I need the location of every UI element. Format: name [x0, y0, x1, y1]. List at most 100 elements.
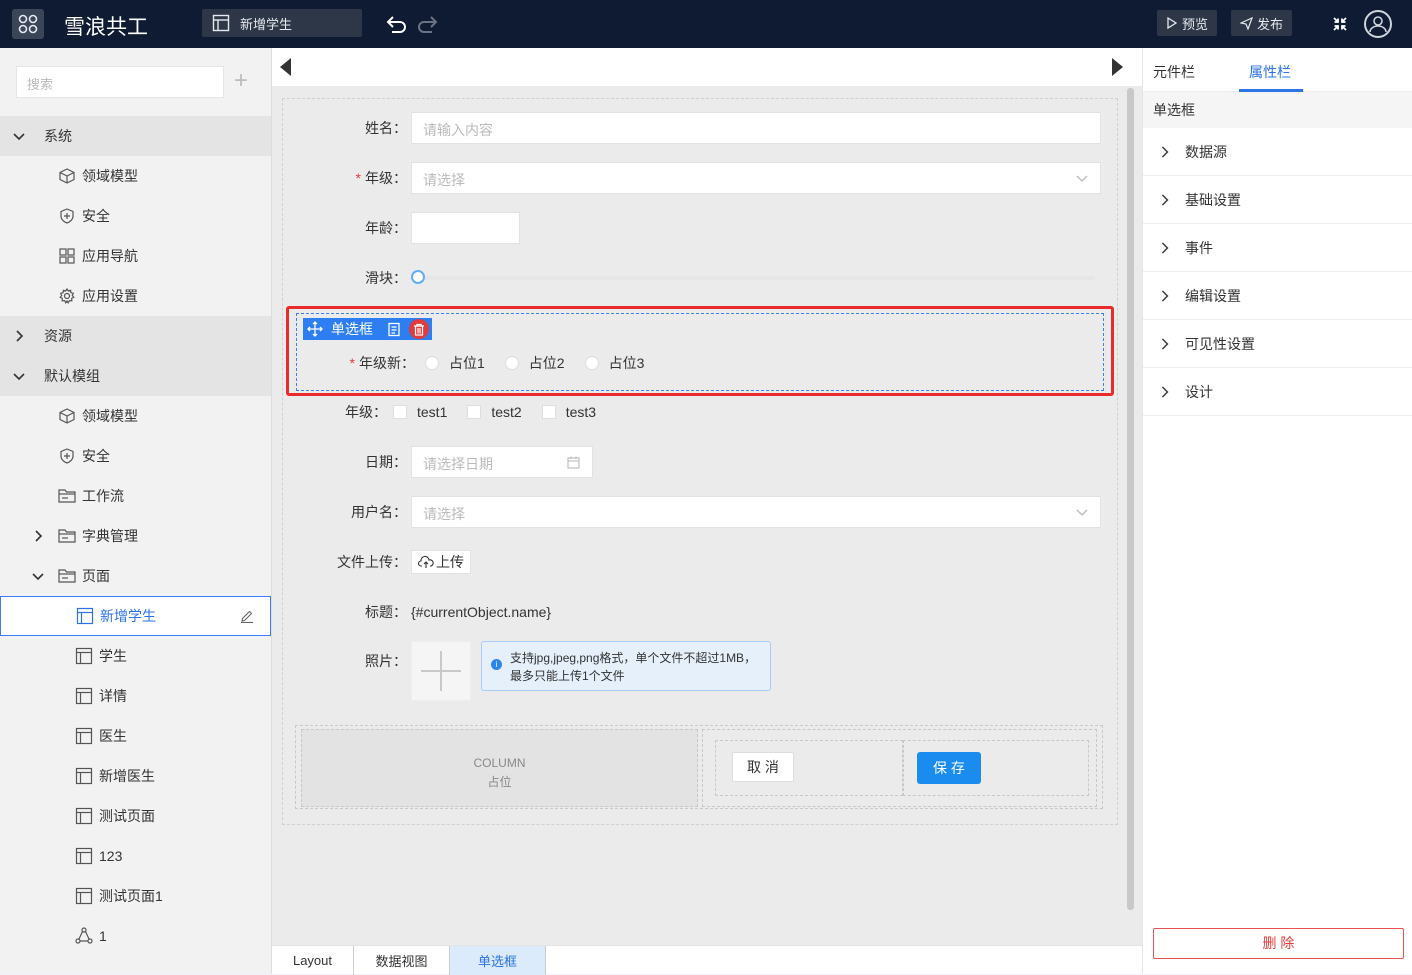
checkbox-box[interactable]: [393, 405, 407, 419]
sidebar-item[interactable]: 领域模型: [0, 156, 271, 196]
slider-handle[interactable]: [411, 270, 425, 284]
sidebar-item-label: 默认模组: [44, 368, 100, 384]
property-section-label: 数据源: [1185, 143, 1227, 160]
age-input[interactable]: [411, 212, 520, 244]
component-title: 单选框: [331, 321, 373, 337]
publish-button[interactable]: 发布: [1231, 10, 1293, 36]
sidebar-item[interactable]: 应用导航: [0, 236, 271, 276]
radio-circle[interactable]: [584, 356, 599, 370]
checkbox-option[interactable]: test2: [467, 404, 522, 420]
edit-icon[interactable]: [240, 609, 254, 626]
tab-properties[interactable]: 属性栏: [1249, 62, 1291, 82]
sidebar-item[interactable]: 资源: [0, 316, 271, 356]
slider-track[interactable]: [411, 270, 1095, 284]
sidebar-item[interactable]: 医生: [0, 716, 271, 756]
grade-row: * 年级： 请选择: [283, 162, 1119, 194]
selected-component-name: 单选框: [1143, 92, 1412, 128]
redo-icon[interactable]: [416, 14, 438, 37]
sidebar-item[interactable]: 安全: [0, 436, 271, 476]
sidebar-item[interactable]: 工作流: [0, 476, 271, 516]
property-section[interactable]: 编辑设置: [1143, 272, 1412, 320]
breadcrumb-item[interactable]: Layout: [272, 945, 354, 975]
radio-component[interactable]: 单选框 * 年级新： 占位1 占位2 占位3: [296, 313, 1104, 391]
sidebar-item[interactable]: 1: [0, 916, 271, 956]
radio-option[interactable]: 占位2: [504, 353, 565, 373]
column-placeholder[interactable]: COLUMN 占位: [301, 729, 698, 807]
radio-option[interactable]: 占位1: [425, 353, 485, 373]
undo-icon[interactable]: [386, 14, 408, 37]
sidebar-item[interactable]: 新增学生: [0, 596, 271, 636]
sidebar-item-label: 详情: [99, 688, 127, 704]
sidebar-item-label: 安全: [82, 208, 110, 224]
chevron-right-icon[interactable]: [12, 329, 26, 343]
upload-button[interactable]: 上传: [411, 550, 471, 574]
delete-component-icon[interactable]: [409, 319, 429, 339]
search-input[interactable]: 搜索: [16, 66, 224, 98]
delete-button[interactable]: 删 除: [1153, 928, 1404, 959]
app-menu-icon[interactable]: [12, 9, 44, 39]
chevron-down-icon[interactable]: [12, 369, 26, 383]
sidebar-item-label: 测试页面: [99, 808, 155, 824]
checkbox-option[interactable]: test3: [541, 404, 596, 420]
sidebar-item[interactable]: 安全: [0, 196, 271, 236]
collapse-left-icon[interactable]: [280, 58, 291, 76]
sidebar-item[interactable]: 字典管理: [0, 516, 271, 556]
sidebar-item[interactable]: 页面: [0, 556, 271, 596]
sidebar-item[interactable]: 新增医生: [0, 756, 271, 796]
tree: 系统 领域模型 安全 应用导航 应用设置 资源 默认模组 领域模型 安全 工作流 字典管理 页面 新增学…: [0, 116, 271, 956]
date-input[interactable]: 请选择日期: [411, 446, 593, 478]
property-section[interactable]: 基础设置: [1143, 176, 1412, 224]
sidebar-item[interactable]: 123: [0, 836, 271, 876]
page-layout-icon: [212, 14, 230, 32]
move-icon[interactable]: [307, 321, 323, 337]
radio-circle[interactable]: [504, 356, 519, 370]
property-section[interactable]: 事件: [1143, 224, 1412, 272]
property-section[interactable]: 可见性设置: [1143, 320, 1412, 368]
user-avatar[interactable]: [1364, 10, 1392, 38]
top-bar: 雪浪共工 新增学生 预览 发布: [0, 0, 1412, 48]
collapse-right-icon[interactable]: [1112, 58, 1123, 76]
fullscreen-icon[interactable]: [1332, 16, 1348, 35]
checkbox-box[interactable]: [467, 405, 482, 419]
checkbox-option[interactable]: test1: [393, 404, 447, 420]
preview-button[interactable]: 预览: [1157, 10, 1218, 36]
sidebar-item[interactable]: 学生: [0, 636, 271, 676]
photo-tip: i 支持jpg,jpeg,png格式，单个文件不超过1MB，最多只能上传1个文件: [481, 641, 771, 691]
name-input[interactable]: 请输入内容: [411, 112, 1101, 144]
title-value: {#currentObject.name}: [411, 604, 552, 620]
radio-circle[interactable]: [425, 356, 439, 370]
breadcrumb-item[interactable]: 单选框: [450, 945, 546, 975]
current-page-tab[interactable]: 新增学生: [202, 9, 362, 37]
breadcrumb-item[interactable]: 数据视图: [354, 945, 450, 975]
sidebar-item[interactable]: 应用设置: [0, 276, 271, 316]
cube-icon: [58, 167, 76, 185]
sidebar-item[interactable]: 领域模型: [0, 396, 271, 436]
sidebar-item[interactable]: 测试页面1: [0, 876, 271, 916]
save-button[interactable]: 保 存: [917, 752, 981, 784]
tab-components[interactable]: 元件栏: [1153, 62, 1195, 82]
calendar-icon: [567, 456, 580, 469]
radio-option[interactable]: 占位3: [584, 353, 644, 373]
page-icon: [75, 807, 93, 825]
slider-label: 滑块: [365, 270, 393, 286]
cancel-cell: 取 消: [715, 740, 903, 796]
photo-tip-text: 支持jpg,jpeg,png格式，单个文件不超过1MB，最多只能上传1个文件: [510, 651, 757, 683]
cancel-button[interactable]: 取 消: [732, 752, 794, 782]
username-select[interactable]: 请选择: [411, 496, 1101, 528]
sidebar-item[interactable]: 详情: [0, 676, 271, 716]
sidebar-item[interactable]: 系统: [0, 116, 271, 156]
chevron-right-icon[interactable]: [0, 530, 58, 542]
property-section[interactable]: 设计: [1143, 368, 1412, 416]
sidebar-item[interactable]: 测试页面: [0, 796, 271, 836]
canvas-toolbar: [272, 48, 1142, 86]
copy-icon[interactable]: [387, 322, 401, 337]
grade-select[interactable]: 请选择: [411, 162, 1101, 194]
vertical-scrollbar[interactable]: [1127, 88, 1134, 910]
chevron-down-icon[interactable]: [12, 129, 26, 143]
sidebar-item[interactable]: 默认模组: [0, 356, 271, 396]
photo-upload-box[interactable]: [411, 641, 471, 701]
chevron-down-icon[interactable]: [0, 570, 58, 582]
checkbox-box[interactable]: [541, 405, 556, 419]
add-icon[interactable]: +: [234, 68, 248, 94]
property-section[interactable]: 数据源: [1143, 128, 1412, 176]
